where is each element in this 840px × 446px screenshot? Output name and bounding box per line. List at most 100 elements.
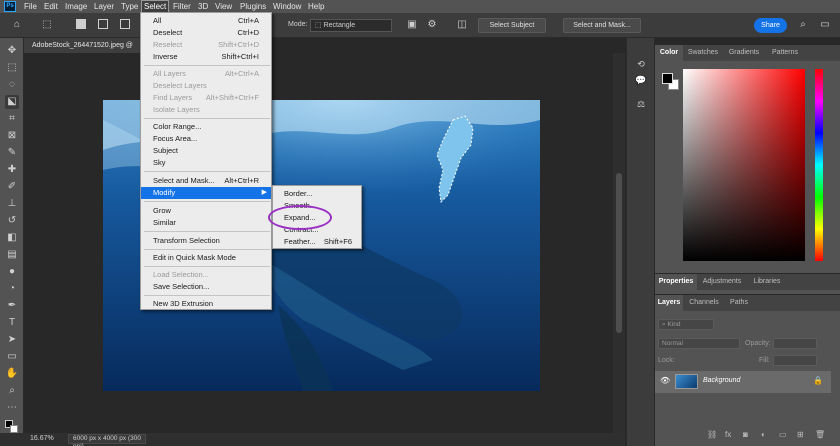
- menu-item-color-range[interactable]: Color Range...: [141, 121, 271, 133]
- move-tool-icon[interactable]: ✥: [5, 44, 19, 58]
- select-subject-button[interactable]: Select Subject: [478, 18, 546, 33]
- clone-stamp-tool-icon[interactable]: ⊥: [5, 197, 19, 211]
- blend-mode-select[interactable]: Normal: [658, 338, 740, 349]
- document-info[interactable]: 6000 px x 4000 px (300 ppi): [68, 434, 146, 446]
- delete-layer-icon[interactable]: 🗑: [815, 430, 825, 439]
- rectangle-tool-icon[interactable]: ▭: [5, 350, 19, 364]
- layer-kind-filter[interactable]: ⌕ Kind: [658, 319, 714, 330]
- opacity-field[interactable]: [773, 338, 817, 349]
- tab-adjustments[interactable]: Adjustments: [697, 274, 747, 290]
- eraser-tool-icon[interactable]: ◧: [5, 231, 19, 245]
- more-tools-icon[interactable]: ⋯: [5, 401, 19, 415]
- select-and-mask-button[interactable]: Select and Mask...: [563, 18, 641, 33]
- menu-item-subject[interactable]: Subject: [141, 145, 271, 157]
- photoshop-logo[interactable]: Ps: [4, 1, 16, 12]
- submenu-item-contract[interactable]: Contract...: [273, 224, 361, 236]
- tab-properties[interactable]: Properties: [655, 274, 697, 290]
- path-selection-tool-icon[interactable]: ➤: [5, 333, 19, 347]
- add-to-selection-icon[interactable]: [98, 19, 108, 29]
- menu-image[interactable]: Image: [63, 0, 89, 13]
- home-icon[interactable]: ⌂: [10, 18, 24, 32]
- group-icon[interactable]: ▭: [779, 430, 787, 439]
- pen-tool-icon[interactable]: ✒: [5, 299, 19, 313]
- submenu-item-feather[interactable]: Feather... Shift+F6: [273, 236, 361, 248]
- menu-item-modify[interactable]: Modify ▶: [141, 187, 271, 199]
- menu-item-transform-selection[interactable]: Transform Selection: [141, 235, 271, 247]
- menu-item-focus-area[interactable]: Focus Area...: [141, 133, 271, 145]
- foreground-swatch[interactable]: [662, 73, 673, 84]
- vertical-scrollbar[interactable]: [613, 53, 625, 433]
- menu-bar: Ps File Edit Image Layer Type Select Fil…: [0, 0, 840, 13]
- share-button[interactable]: Share: [754, 18, 787, 33]
- menu-item-save-selection[interactable]: Save Selection...: [141, 281, 271, 293]
- link-layers-icon[interactable]: ⛓: [707, 430, 717, 439]
- menu-type[interactable]: Type: [119, 0, 140, 13]
- menu-item-new-3d-extrusion[interactable]: New 3D Extrusion: [141, 298, 271, 310]
- tab-color[interactable]: Color: [655, 45, 683, 61]
- workspace-icon[interactable]: ▭: [818, 18, 832, 32]
- menu-window[interactable]: Window: [271, 0, 303, 13]
- crop-tool-icon[interactable]: ⌗: [5, 112, 19, 126]
- zoom-tool-icon[interactable]: ⌕: [5, 384, 19, 398]
- tab-gradients[interactable]: Gradients: [723, 45, 765, 61]
- type-tool-icon[interactable]: T: [5, 316, 19, 330]
- menu-item-select-and-mask[interactable]: Select and Mask... Alt+Ctrl+R: [141, 175, 271, 187]
- zoom-level[interactable]: 16.67%: [30, 435, 54, 442]
- layer-style-icon[interactable]: fx: [725, 430, 731, 439]
- menu-help[interactable]: Help: [306, 0, 326, 13]
- menu-item-all[interactable]: All Ctrl+A: [141, 15, 271, 27]
- new-selection-icon[interactable]: [76, 19, 86, 29]
- menu-edit[interactable]: Edit: [42, 0, 60, 13]
- scrollbar-thumb[interactable]: [616, 173, 622, 333]
- tab-libraries[interactable]: Libraries: [747, 274, 787, 290]
- menu-layer[interactable]: Layer: [92, 0, 116, 13]
- menu-file[interactable]: File: [22, 0, 39, 13]
- visibility-eye-icon[interactable]: 👁: [660, 376, 670, 385]
- hand-tool-icon[interactable]: ✋: [5, 367, 19, 381]
- comments-icon[interactable]: 💬: [634, 74, 648, 86]
- tab-layers[interactable]: Layers: [655, 295, 683, 311]
- search-icon[interactable]: ⌕: [796, 18, 810, 32]
- menu-item-inverse[interactable]: Inverse Shift+Ctrl+I: [141, 51, 271, 63]
- frame-tool-icon[interactable]: ⊠: [5, 129, 19, 143]
- menu-item-deselect[interactable]: Deselect Ctrl+D: [141, 27, 271, 39]
- lasso-tool-icon[interactable]: ◌: [5, 78, 19, 92]
- marquee-tool-preset-icon[interactable]: ⬚: [40, 18, 54, 32]
- blur-tool-icon[interactable]: ●: [5, 265, 19, 279]
- tab-patterns[interactable]: Patterns: [765, 45, 805, 61]
- tab-channels[interactable]: Channels: [683, 295, 725, 311]
- fill-field[interactable]: [773, 355, 817, 366]
- hard-edge-icon[interactable]: ◫: [455, 18, 469, 32]
- marquee-tool-icon[interactable]: ⬚: [5, 61, 19, 75]
- menu-item-sky[interactable]: Sky: [141, 157, 271, 169]
- document-tab[interactable]: AdobeStock_264471520.jpeg @: [24, 38, 140, 53]
- brush-tool-icon[interactable]: ✐: [5, 180, 19, 194]
- eyedropper-tool-icon[interactable]: ✎: [5, 146, 19, 160]
- submenu-item-expand[interactable]: Expand...: [273, 212, 361, 224]
- color-field[interactable]: [683, 69, 805, 261]
- subtract-from-selection-icon[interactable]: [120, 19, 130, 29]
- adjust-icon[interactable]: ⚖: [634, 98, 648, 110]
- layer-row-background[interactable]: 👁 Background 🔒: [655, 371, 831, 393]
- history-brush-tool-icon[interactable]: ↺: [5, 214, 19, 228]
- menu-item-similar[interactable]: Similar: [141, 217, 271, 229]
- healing-brush-tool-icon[interactable]: ✚: [5, 163, 19, 177]
- history-icon[interactable]: ⟲: [634, 58, 648, 70]
- menu-item-grow[interactable]: Grow: [141, 205, 271, 217]
- add-mask-icon[interactable]: ◙: [743, 430, 748, 439]
- submenu-item-smooth[interactable]: Smooth...: [273, 200, 361, 212]
- tab-swatches[interactable]: Swatches: [683, 45, 723, 61]
- tab-paths[interactable]: Paths: [725, 295, 753, 311]
- background-color-swatch[interactable]: [10, 425, 18, 433]
- object-selection-tool-icon[interactable]: ⬕: [5, 95, 19, 109]
- sample-all-layers-icon[interactable]: ▣: [405, 18, 419, 32]
- hue-slider[interactable]: [815, 69, 823, 261]
- adjustment-layer-icon[interactable]: ◐: [761, 430, 766, 439]
- gear-icon[interactable]: ⚙: [425, 18, 439, 32]
- dodge-tool-icon[interactable]: ◔: [5, 282, 19, 296]
- new-layer-icon[interactable]: ⊞: [797, 430, 804, 439]
- gradient-tool-icon[interactable]: ▤: [5, 248, 19, 262]
- mode-select[interactable]: ⬚ Rectangle: [310, 19, 392, 32]
- menu-item-quick-mask[interactable]: Edit in Quick Mask Mode: [141, 252, 271, 264]
- submenu-item-border[interactable]: Border...: [273, 188, 361, 200]
